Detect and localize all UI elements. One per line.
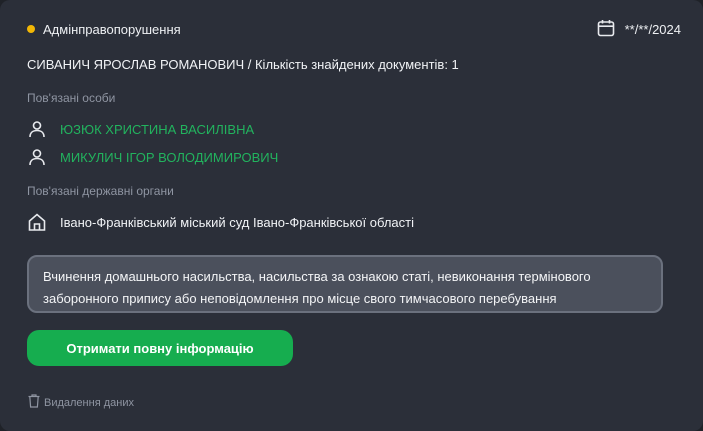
status-dot-icon <box>27 25 35 33</box>
related-authorities-label: Пов'язані державні органи <box>27 184 174 198</box>
date-block: **/**/2024 <box>597 19 681 40</box>
related-person-item[interactable]: МИКУЛИЧ ІГОР ВОЛОДИМИРОВИЧ <box>28 148 278 166</box>
offense-description: Вчинення домашнього насильства, насильст… <box>27 255 663 313</box>
related-person-name[interactable]: МИКУЛИЧ ІГОР ВОЛОДИМИРОВИЧ <box>60 150 278 165</box>
related-persons-label: Пов'язані особи <box>27 91 116 105</box>
person-icon <box>28 120 46 138</box>
page-title: СИВАНИЧ ЯРОСЛАВ РОМАНОВИЧ / Кількість зн… <box>27 57 459 72</box>
related-authority-item: Івано-Франківський міський суд Івано-Фра… <box>28 213 414 231</box>
category: Адмінправопорушення <box>27 22 181 37</box>
calendar-icon <box>597 19 615 40</box>
trash-icon <box>28 394 40 411</box>
card-header: Адмінправопорушення **/**/2024 <box>27 17 681 41</box>
building-icon <box>28 213 46 231</box>
person-icon <box>28 148 46 166</box>
get-full-info-button[interactable]: Отримати повну інформацію <box>27 330 293 366</box>
delete-data-link[interactable]: Видалення даних <box>28 394 134 411</box>
delete-data-label[interactable]: Видалення даних <box>44 397 134 409</box>
category-label: Адмінправопорушення <box>43 21 181 37</box>
related-person-item[interactable]: ЮЗЮК ХРИСТИНА ВАСИЛІВНА <box>28 120 254 138</box>
related-person-name[interactable]: ЮЗЮК ХРИСТИНА ВАСИЛІВНА <box>60 122 254 137</box>
related-authority-name: Івано-Франківський міський суд Івано-Фра… <box>60 214 414 230</box>
case-card: Адмінправопорушення **/**/2024 СИВАНИЧ Я… <box>0 0 703 431</box>
date-value: **/**/2024 <box>624 21 681 37</box>
